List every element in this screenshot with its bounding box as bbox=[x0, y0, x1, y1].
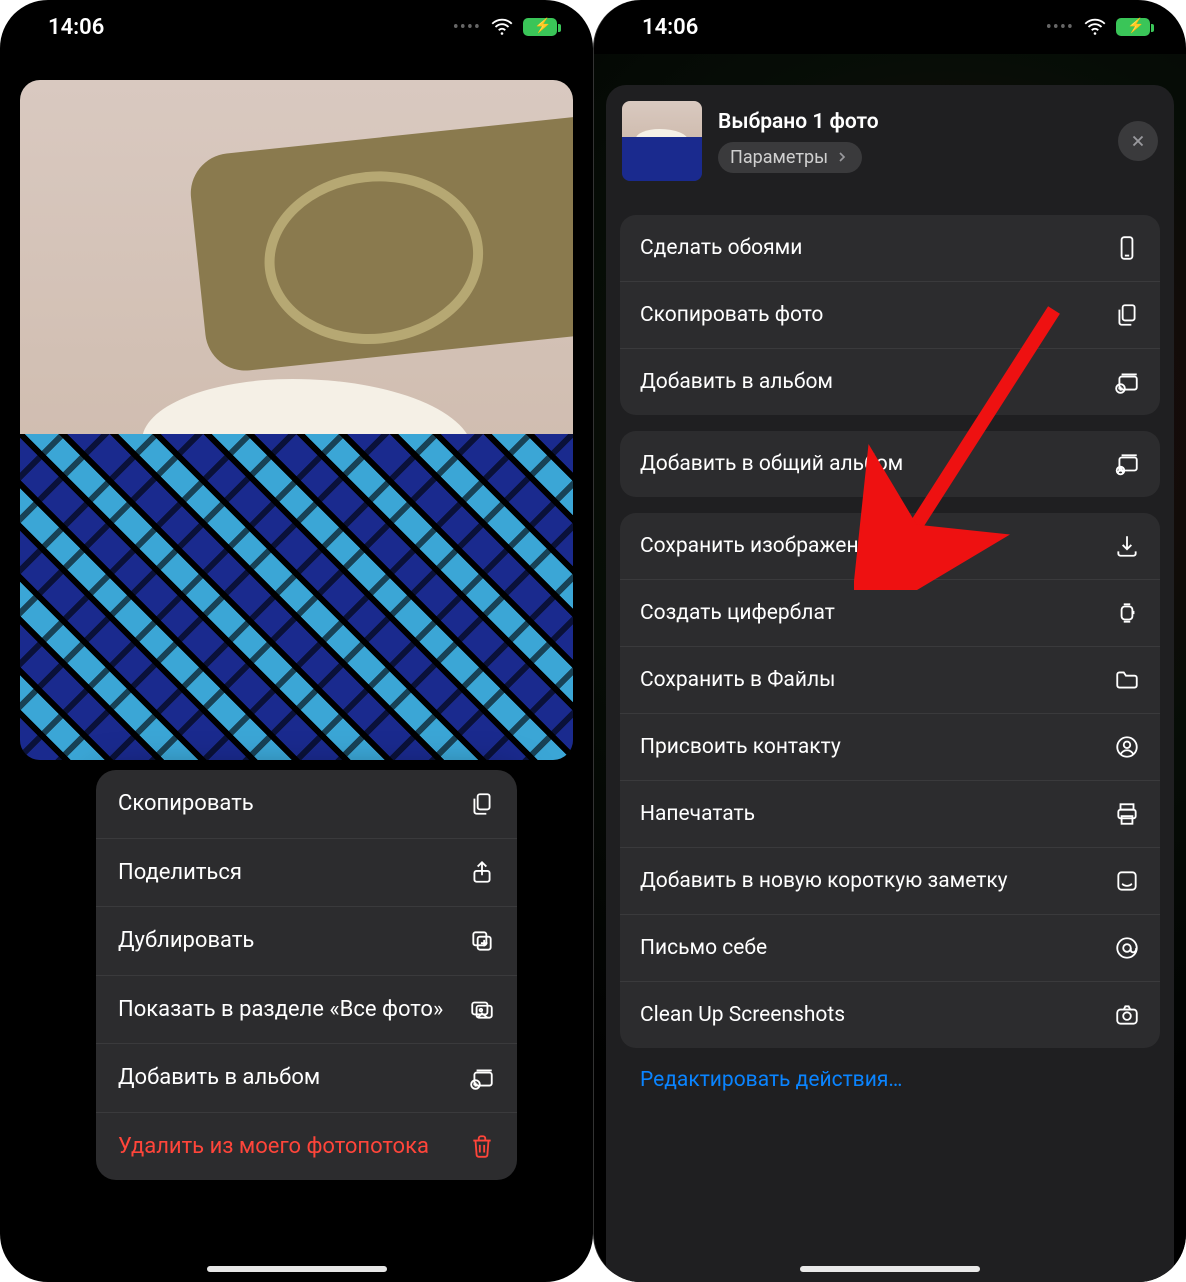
action-add-to-album[interactable]: Добавить в альбом bbox=[620, 349, 1160, 415]
cell-dots-icon: •••• bbox=[453, 17, 481, 38]
chevron-right-icon bbox=[834, 149, 850, 165]
action-label: Скопировать фото bbox=[640, 303, 1114, 327]
action-label: Письмо себе bbox=[640, 936, 1114, 960]
status-icons: •••• ⚡ bbox=[453, 14, 557, 40]
status-icons: •••• ⚡ bbox=[1046, 14, 1150, 40]
menu-add-to-album[interactable]: Добавить в альбом bbox=[96, 1044, 517, 1113]
action-group-1: Сделать обоями Скопировать фото Добавить… bbox=[620, 215, 1160, 415]
add-album-icon bbox=[1114, 369, 1140, 395]
print-icon bbox=[1114, 801, 1140, 827]
battery-icon: ⚡ bbox=[523, 18, 557, 36]
menu-share-label: Поделиться bbox=[118, 859, 469, 887]
phone-right: 14:06 •••• ⚡ Выбрано 1 фото Параметры bbox=[593, 0, 1186, 1282]
parameters-button[interactable]: Параметры bbox=[718, 142, 862, 173]
menu-show-all-photos[interactable]: Показать в разделе «Все фото» bbox=[96, 976, 517, 1045]
menu-duplicate[interactable]: Дублировать bbox=[96, 907, 517, 976]
action-add-shared-album[interactable]: Добавить в общий альбом bbox=[620, 431, 1160, 497]
parameters-label: Параметры bbox=[730, 147, 828, 168]
action-save-to-files[interactable]: Сохранить в Файлы bbox=[620, 647, 1160, 714]
action-set-wallpaper[interactable]: Сделать обоями bbox=[620, 215, 1160, 282]
duplicate-icon bbox=[469, 928, 495, 954]
shared-album-icon bbox=[1114, 451, 1140, 477]
action-add-quick-note[interactable]: Добавить в новую короткую заметку bbox=[620, 848, 1160, 915]
menu-share[interactable]: Поделиться bbox=[96, 839, 517, 908]
action-label: Добавить в новую короткую заметку bbox=[640, 869, 1114, 893]
edit-actions-link[interactable]: Редактировать действия… bbox=[620, 1048, 1160, 1098]
at-icon bbox=[1114, 935, 1140, 961]
action-clean-screenshots[interactable]: Clean Up Screenshots bbox=[620, 982, 1160, 1048]
home-indicator[interactable] bbox=[207, 1266, 387, 1272]
menu-delete-label: Удалить из моего фотопотока bbox=[118, 1133, 469, 1161]
status-bar: 14:06 •••• ⚡ bbox=[0, 0, 593, 54]
action-mail-self[interactable]: Письмо себе bbox=[620, 915, 1160, 982]
share-sheet: Выбрано 1 фото Параметры Сделать обоями … bbox=[606, 85, 1174, 1282]
close-icon bbox=[1129, 132, 1147, 150]
action-create-watchface[interactable]: Создать циферблат bbox=[620, 580, 1160, 647]
note-icon bbox=[1114, 868, 1140, 894]
action-group-3: Сохранить изображение Создать циферблат … bbox=[620, 513, 1160, 1048]
download-icon bbox=[1114, 533, 1140, 559]
action-copy-photo[interactable]: Скопировать фото bbox=[620, 282, 1160, 349]
action-save-image[interactable]: Сохранить изображение bbox=[620, 513, 1160, 580]
action-assign-contact[interactable]: Присвоить контакту bbox=[620, 714, 1160, 781]
action-label: Напечатать bbox=[640, 802, 1114, 826]
sheet-title: Выбрано 1 фото bbox=[718, 110, 879, 134]
action-group-2: Добавить в общий альбом bbox=[620, 431, 1160, 497]
action-label: Добавить в общий альбом bbox=[640, 452, 1114, 476]
action-label: Добавить в альбом bbox=[640, 370, 1114, 394]
selected-photo-thumbnail[interactable] bbox=[622, 101, 702, 181]
copy-doc-icon bbox=[469, 791, 495, 817]
close-button[interactable] bbox=[1118, 121, 1158, 161]
sheet-body: Сделать обоями Скопировать фото Добавить… bbox=[606, 199, 1174, 1282]
trash-icon bbox=[469, 1133, 495, 1159]
gallery-icon bbox=[469, 996, 495, 1022]
menu-copy[interactable]: Скопировать bbox=[96, 770, 517, 839]
context-menu: Скопировать Поделиться Дублировать Показ… bbox=[96, 770, 517, 1180]
cell-dots-icon: •••• bbox=[1046, 17, 1074, 38]
copy-doc-icon bbox=[1114, 302, 1140, 328]
phone-icon bbox=[1114, 235, 1140, 261]
action-label: Сохранить изображение bbox=[640, 534, 1114, 558]
contact-icon bbox=[1114, 734, 1140, 760]
battery-icon: ⚡ bbox=[1116, 18, 1150, 36]
camera-icon bbox=[1114, 1002, 1140, 1028]
action-label: Присвоить контакту bbox=[640, 735, 1114, 759]
action-label: Сделать обоями bbox=[640, 236, 1114, 260]
menu-add-to-album-label: Добавить в альбом bbox=[118, 1064, 469, 1092]
share-icon bbox=[469, 859, 495, 885]
status-time: 14:06 bbox=[642, 15, 698, 40]
watch-icon bbox=[1114, 600, 1140, 626]
photo-preview[interactable] bbox=[20, 80, 573, 760]
folder-icon bbox=[1114, 667, 1140, 693]
wifi-icon bbox=[1082, 14, 1108, 40]
home-indicator[interactable] bbox=[800, 1266, 980, 1272]
menu-duplicate-label: Дублировать bbox=[118, 927, 469, 955]
action-label: Создать циферблат bbox=[640, 601, 1114, 625]
add-album-icon bbox=[469, 1065, 495, 1091]
action-print[interactable]: Напечатать bbox=[620, 781, 1160, 848]
status-time: 14:06 bbox=[48, 15, 104, 40]
phone-left: 14:06 •••• ⚡ Скопировать Поделиться Дубл… bbox=[0, 0, 593, 1282]
menu-delete[interactable]: Удалить из моего фотопотока bbox=[96, 1113, 517, 1181]
action-label: Сохранить в Файлы bbox=[640, 668, 1114, 692]
menu-show-all-photos-label: Показать в разделе «Все фото» bbox=[118, 996, 469, 1024]
status-bar: 14:06 •••• ⚡ bbox=[594, 0, 1186, 54]
menu-copy-label: Скопировать bbox=[118, 790, 469, 818]
wifi-icon bbox=[489, 14, 515, 40]
sheet-header: Выбрано 1 фото Параметры bbox=[606, 85, 1174, 199]
action-label: Clean Up Screenshots bbox=[640, 1003, 1114, 1027]
